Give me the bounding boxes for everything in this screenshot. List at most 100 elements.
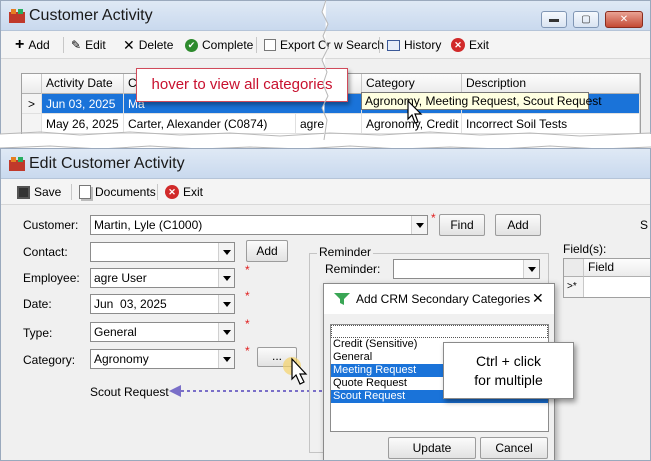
- add-button[interactable]: + Add: [15, 35, 50, 55]
- dialog-title: Add CRM Secondary Categories: [356, 292, 531, 306]
- title-bar: Edit Customer Activity: [1, 149, 650, 179]
- required-marker: *: [245, 344, 250, 358]
- chevron-down-icon[interactable]: [218, 295, 234, 313]
- row-header-corner: [22, 74, 42, 94]
- column-activity-date[interactable]: Activity Date: [42, 74, 124, 94]
- column-description[interactable]: Description: [462, 74, 640, 94]
- row-header-corner: [564, 259, 584, 277]
- toolbar-separator: [63, 37, 64, 53]
- fields-label: Field(s):: [563, 242, 607, 256]
- checkmark-icon: ✔: [185, 38, 198, 52]
- history-label: History: [404, 38, 442, 52]
- dialog-close-icon[interactable]: ✕: [532, 290, 544, 307]
- find-button[interactable]: Find: [439, 214, 485, 236]
- chevron-down-icon[interactable]: [218, 269, 234, 287]
- customer-combo[interactable]: Martin, Lyle (C1000): [90, 215, 428, 235]
- complete-label: Complete: [202, 38, 254, 52]
- chevron-down-icon[interactable]: [218, 243, 234, 261]
- hint-line-2: for multiple: [474, 372, 543, 388]
- list-item[interactable]: [331, 325, 548, 338]
- window-title: Customer Activity: [29, 7, 153, 24]
- toolbar-separator: [256, 37, 257, 53]
- category-combo[interactable]: Agronomy: [90, 349, 235, 369]
- type-combo[interactable]: General: [90, 322, 235, 342]
- update-button[interactable]: Update: [388, 437, 476, 459]
- column-category[interactable]: Category: [362, 74, 462, 94]
- row-marker: >: [22, 94, 42, 114]
- multi-select-hint-callout: Ctrl + click for multiple: [443, 342, 574, 399]
- vertical-tear-graphic: [321, 0, 329, 140]
- column-field[interactable]: Field: [584, 259, 650, 277]
- required-marker: *: [245, 289, 250, 303]
- delete-button[interactable]: ✕ Delete: [123, 35, 173, 55]
- mouse-cursor-icon: [407, 100, 423, 124]
- toolbar-separator: [157, 184, 158, 200]
- add-contact-button[interactable]: Add: [246, 240, 288, 262]
- hint-line-1: Ctrl + click: [476, 353, 541, 369]
- edit-button[interactable]: ✎ Edit: [71, 35, 106, 55]
- customer-value: Martin, Lyle (C1000): [94, 218, 203, 232]
- complete-button[interactable]: ✔ Complete: [185, 35, 253, 55]
- exit-button[interactable]: ✕ Exit: [165, 182, 203, 202]
- exit-icon: ✕: [165, 185, 179, 199]
- save-label: Save: [34, 185, 62, 199]
- category-tooltip: Agronomy, Meeting Request, Scout Request: [361, 92, 602, 110]
- export-icon: [264, 39, 276, 51]
- exit-icon: ✕: [451, 38, 465, 52]
- minimize-button[interactable]: ▬: [541, 11, 567, 28]
- history-button[interactable]: History: [387, 35, 441, 55]
- edit-label: Edit: [85, 38, 106, 52]
- close-button[interactable]: ✕: [605, 11, 643, 28]
- window-title: Edit Customer Activity: [29, 155, 185, 172]
- cancel-button[interactable]: Cancel: [480, 437, 548, 459]
- toolbar-separator: [71, 184, 72, 200]
- reminder-group-title: Reminder: [317, 245, 374, 259]
- save-button[interactable]: Save: [17, 182, 61, 202]
- right-edge-letter: S: [640, 218, 649, 232]
- maximize-button[interactable]: ▢: [573, 11, 599, 28]
- reminder-combo[interactable]: [393, 259, 540, 279]
- floppy-icon: [17, 185, 30, 199]
- contact-combo[interactable]: [90, 242, 235, 262]
- view-search-label: w Search: [334, 38, 385, 52]
- add-label: Add: [28, 38, 50, 52]
- required-marker: *: [245, 263, 250, 277]
- pencil-icon: ✎: [71, 38, 82, 52]
- employee-label: Employee:: [23, 271, 80, 285]
- employee-value: agre User: [94, 271, 147, 285]
- documents-icon: [79, 185, 91, 199]
- x-icon: ✕: [123, 36, 135, 53]
- plus-icon: +: [15, 36, 25, 53]
- exit-label: Exit: [183, 185, 204, 199]
- dialog-title-bar: Add CRM Secondary Categories ✕: [324, 284, 554, 314]
- reminder-label: Reminder:: [325, 262, 381, 276]
- chevron-down-icon[interactable]: [411, 216, 427, 234]
- customer-label: Customer:: [23, 218, 79, 232]
- fields-grid: Field >*: [563, 258, 650, 298]
- exit-button[interactable]: ✕ Exit: [451, 35, 489, 55]
- type-label: Type:: [23, 326, 53, 340]
- funnel-icon: [334, 293, 350, 305]
- delete-label: Delete: [138, 38, 174, 52]
- type-value: General: [94, 325, 137, 339]
- employee-combo[interactable]: agre User: [90, 268, 235, 288]
- toolbar: Save Documents ✕ Exit: [1, 179, 650, 205]
- required-marker: *: [431, 211, 436, 225]
- new-row-marker: >*: [564, 277, 584, 297]
- chevron-down-icon[interactable]: [218, 350, 234, 368]
- category-label: Category:: [23, 353, 76, 367]
- view-search-button[interactable]: w Search: [334, 35, 384, 55]
- edit-customer-activity-window: Edit Customer Activity Save Documents ✕ E…: [0, 148, 651, 461]
- contact-label: Contact:: [23, 245, 68, 259]
- toolbar-separator: [379, 37, 380, 53]
- date-label: Date:: [23, 297, 52, 311]
- add-customer-button[interactable]: Add: [495, 214, 541, 236]
- date-value: Jun 03, 2025: [94, 297, 167, 311]
- date-picker[interactable]: Jun 03, 2025: [90, 294, 235, 314]
- chevron-down-icon[interactable]: [523, 260, 539, 278]
- exit-label: Exit: [469, 38, 490, 52]
- chevron-down-icon[interactable]: [218, 323, 234, 341]
- documents-button[interactable]: Documents: [79, 182, 156, 202]
- app-icon: [9, 157, 25, 171]
- documents-label: Documents: [95, 185, 156, 199]
